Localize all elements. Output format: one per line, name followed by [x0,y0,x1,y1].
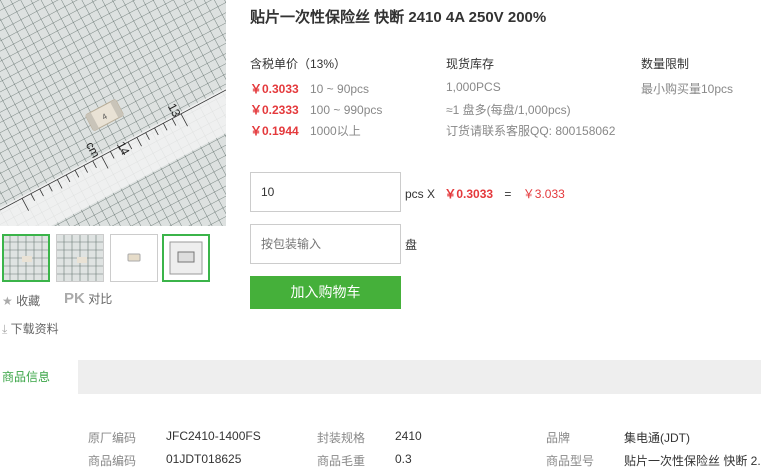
equals-sign: = [504,187,512,201]
stock-header: 现货库存 [446,57,495,71]
thumbnail-3[interactable] [110,234,158,282]
product-title: 贴片一次性保险丝 快断 2410 4A 250V 200% [250,9,547,26]
download-datasheet-button[interactable]: ⤓ 下载资料 [2,320,59,337]
spec-item: 商品型号 贴片一次性保险丝 快断 2. [546,454,761,468]
stock-reel: ≈1 盘多(每盘/1,000pcs) [446,103,571,117]
limit-header: 数量限制 [641,57,690,71]
tab-bar [0,360,761,394]
spec-item: 商品毛重 0.3 [317,452,412,468]
thumbnail-2[interactable] [56,234,104,282]
stock-contact: 订货请联系客服QQ: 800158062 [446,124,616,138]
pk-icon: PK [64,290,85,307]
star-icon: ★ [2,294,13,308]
spec-item: 商品编码 01JDT018625 [88,452,242,468]
unit-label: pcs X [405,187,436,201]
thumbnail-1[interactable] [2,234,50,282]
stock-amount: 1,000PCS [446,80,501,94]
spec-item: 原厂编码 JFC2410-1400FS [88,429,261,445]
pack-input[interactable] [250,224,401,264]
total-price: ￥3.033 [522,187,565,201]
price-tier-3: ￥0.1944 1000以上 [250,124,361,138]
price-tier-2: ￥0.2333 100 ~ 990pcs [250,103,383,117]
quantity-input[interactable] [250,172,401,212]
favorite-button[interactable]: ★ 收藏 [2,292,40,309]
add-to-cart-button[interactable]: 加入购物车 [250,276,401,309]
spec-item: 封装规格 2410 [317,429,422,445]
thumbnail-4[interactable] [162,234,210,282]
download-icon: ⤓ [2,322,8,336]
pack-unit: 盘 [405,238,418,252]
product-main-image: cm 14 13 4 [0,0,226,226]
limit-value: 最小购买量10pcs [641,82,734,96]
compare-button[interactable]: PK 对比 [64,290,112,307]
spec-item: 品牌 集电通(JDT) [546,431,690,445]
price-tier-1: ￥0.3033 10 ~ 90pcs [250,82,370,96]
tab-product-info[interactable]: 商品信息 [0,360,78,394]
price-header: 含税单价（13%） [250,57,347,71]
order-calc: pcs X ￥0.3033 = ￥3.033 [405,185,565,202]
unit-price: ￥0.3033 [444,187,494,201]
